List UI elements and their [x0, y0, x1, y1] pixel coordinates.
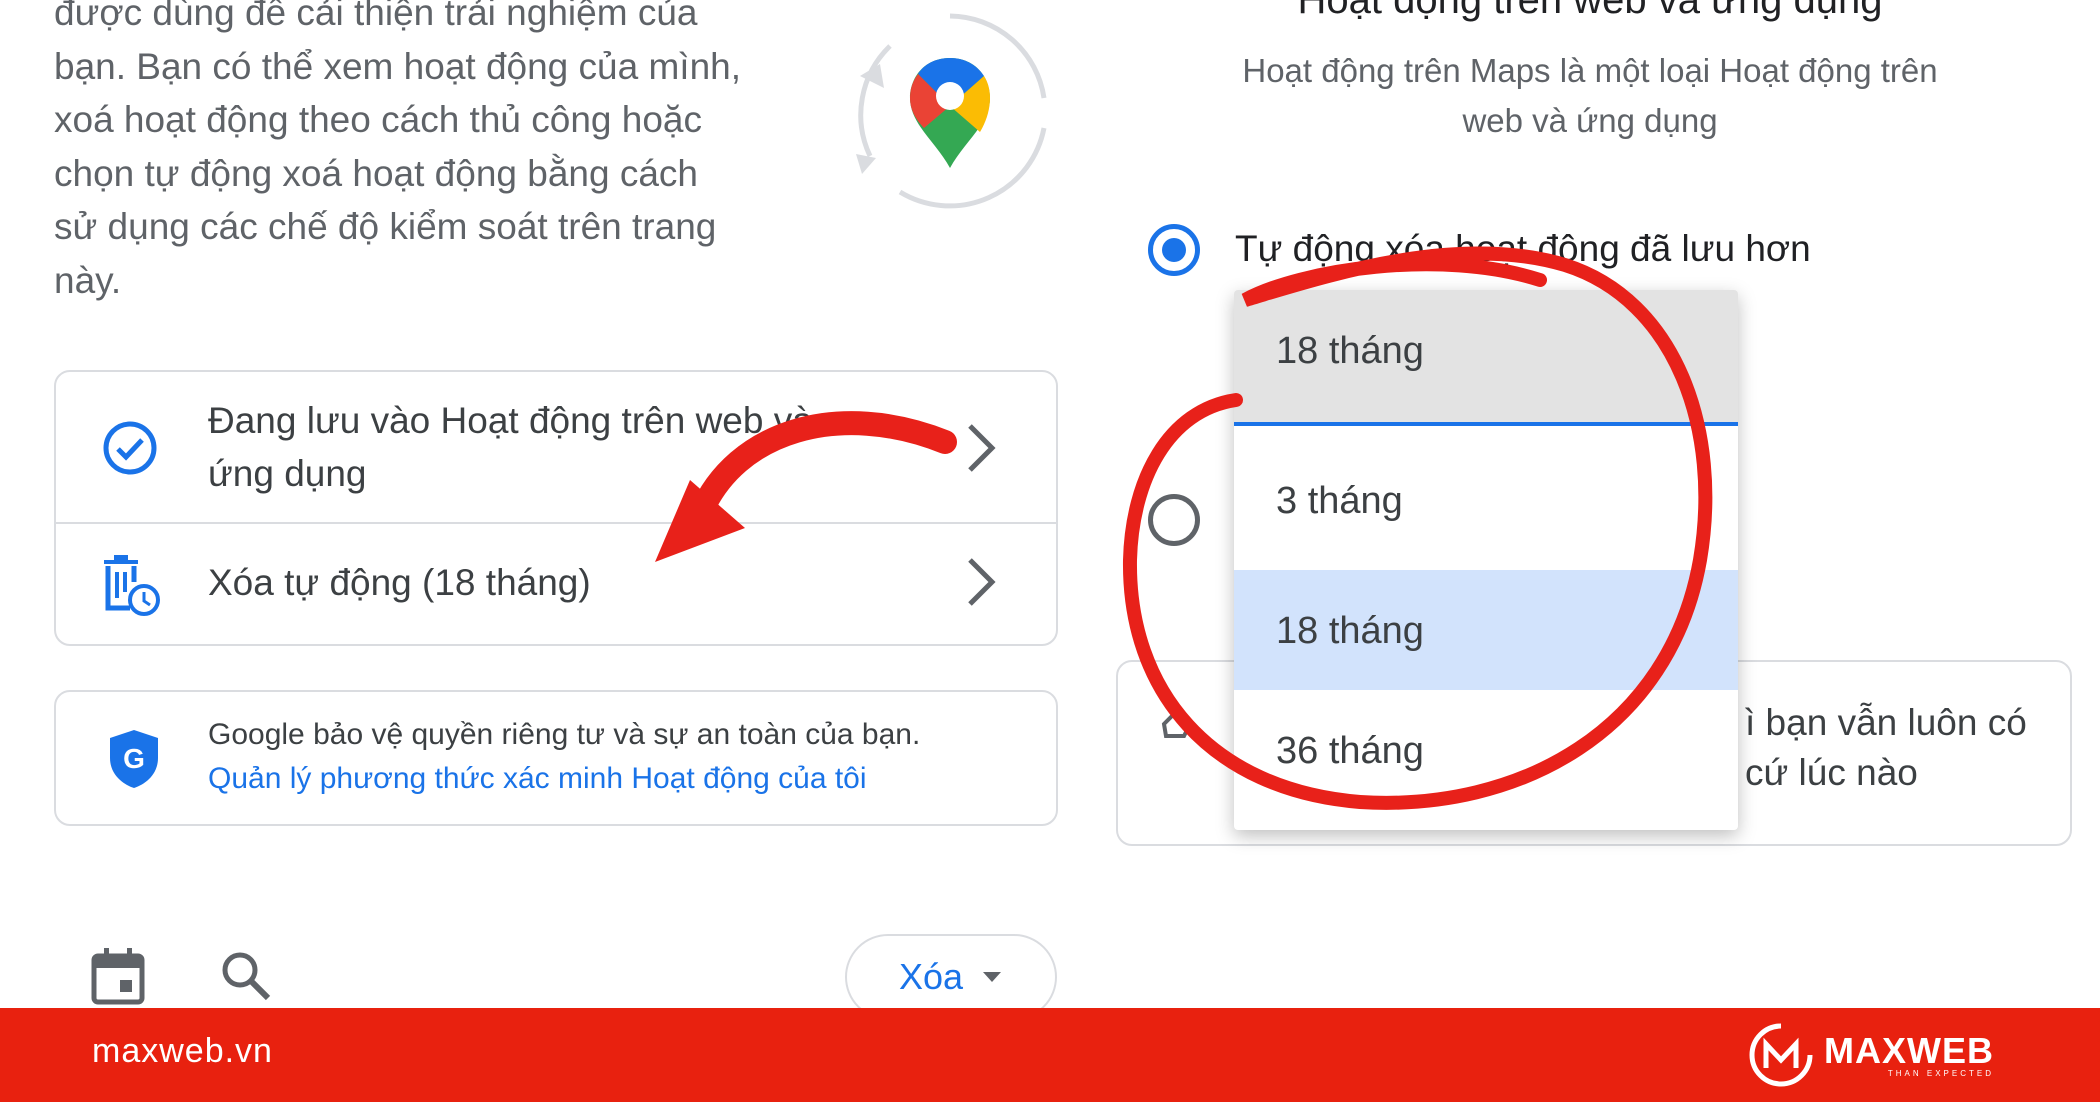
- page-subheading: Hoạt động trên Maps là một loại Hoạt độn…: [1242, 52, 1938, 139]
- chevron-right-icon: [968, 558, 996, 606]
- search-icon[interactable]: [218, 948, 274, 1004]
- duration-option[interactable]: 3 tháng: [1234, 440, 1738, 560]
- dropdown-arrow-icon: [983, 972, 1002, 982]
- auto-delete-icon: [104, 555, 160, 616]
- auto-delete-row[interactable]: Xóa tự động (18 tháng): [56, 524, 1056, 644]
- duration-dropdown[interactable]: 18 tháng 3 tháng 18 tháng 36 tháng: [1234, 290, 1738, 830]
- calendar-icon[interactable]: [90, 946, 146, 1006]
- chevron-right-icon: [968, 424, 996, 472]
- duration-select-field[interactable]: 18 tháng: [1234, 290, 1738, 426]
- privacy-text: Google bảo vệ quyền riêng tư và sự an to…: [208, 718, 921, 751]
- page-heading: Hoạt động trên web và ứng dụng: [1297, 0, 1883, 22]
- info-text: ì bạn vẫn luôn có cứ lúc nào: [1745, 702, 2027, 793]
- privacy-card: G Google bảo vệ quyền riêng tư và sự an …: [54, 690, 1058, 826]
- duration-option[interactable]: 36 tháng: [1234, 690, 1738, 810]
- auto-delete-radio[interactable]: [1148, 224, 1200, 276]
- auto-delete-label: Xóa tự động (18 tháng): [208, 562, 591, 603]
- footer-bar: maxweb.vn MAXWEB THAN EXPECTED: [0, 1008, 2100, 1102]
- svg-text:G: G: [123, 743, 145, 774]
- footer-domain: maxweb.vn: [92, 1032, 273, 1070]
- auto-delete-radio-label: Tự động xóa hoạt động đã lưu hơn: [1235, 228, 1811, 269]
- web-app-activity-row[interactable]: Đang lưu vào Hoạt động trên web và ứng d…: [56, 372, 1056, 522]
- web-app-activity-label: Đang lưu vào Hoạt động trên web và ứng d…: [208, 400, 813, 494]
- duration-selected-value: 18 tháng: [1276, 330, 1424, 372]
- brand-logo: MAXWEB THAN EXPECTED: [1748, 1022, 1994, 1088]
- delete-button-label: Xóa: [898, 956, 964, 997]
- manage-verification-link[interactable]: Quản lý phương thức xác minh Hoạt động c…: [208, 762, 867, 796]
- keep-until-delete-radio[interactable]: [1148, 494, 1200, 546]
- google-shield-icon: G: [110, 730, 158, 788]
- maxweb-logo-icon: [1749, 1023, 1813, 1087]
- info-icon: [1161, 711, 1191, 738]
- maps-activity-illustration: [856, 13, 1047, 209]
- intro-text: được dùng để cải thiện trải nghiệm của b…: [54, 0, 742, 301]
- brand-name: MAXWEB: [1824, 1029, 1994, 1071]
- check-circle-icon: [103, 421, 157, 475]
- duration-option-selected[interactable]: 18 tháng: [1234, 570, 1738, 690]
